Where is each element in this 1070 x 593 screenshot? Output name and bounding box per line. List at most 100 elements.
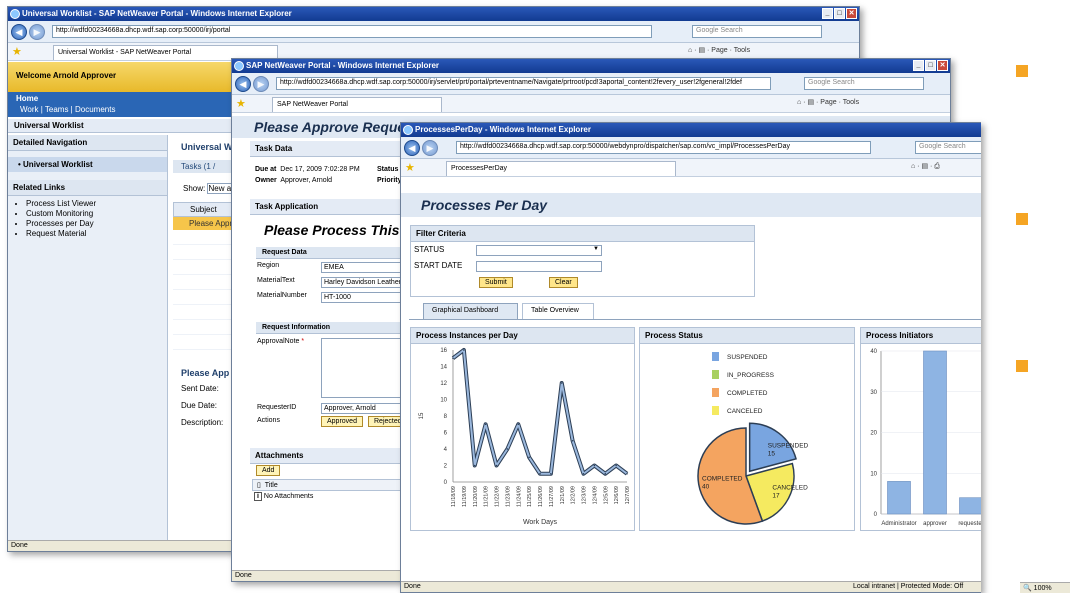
tools-menu[interactable]: Tools <box>734 47 750 54</box>
x-tick-label: 12/2/09 <box>571 486 577 504</box>
sub-navigation[interactable]: Work | Teams | Documents <box>20 105 115 114</box>
related-link[interactable]: Custom Monitoring <box>26 209 167 219</box>
ie-icon <box>234 61 244 71</box>
forward-icon[interactable]: ▶ <box>253 76 269 92</box>
approval-note-field[interactable] <box>321 338 401 398</box>
back-icon[interactable]: ◀ <box>235 76 251 92</box>
favorites-star-icon[interactable]: ★ <box>236 97 246 110</box>
submit-button[interactable]: Submit <box>479 277 513 288</box>
page-menu[interactable]: Page <box>820 99 836 106</box>
y-tick-label: 2 <box>444 464 448 470</box>
search-field[interactable]: Google Search <box>692 25 822 38</box>
panel-instances: Process Instances per Day 0 2 4 6 8 10 12 14 16 1… <box>410 327 635 531</box>
address-bar: ◀ ▶ http://wdfd00234668a.dhcp.wdf.sap.co… <box>8 21 859 43</box>
data-point <box>484 423 487 426</box>
forward-icon[interactable]: ▶ <box>422 140 438 156</box>
close-button[interactable]: ✕ <box>937 60 948 71</box>
legend-label: SUSPENDED <box>727 354 768 361</box>
title-column[interactable]: Title <box>265 482 278 489</box>
favorites-star-icon[interactable]: ★ <box>12 45 22 58</box>
zoom-indicator[interactable]: 🔍 100% <box>1020 582 1070 593</box>
processes-window: ProcessesPerDay - Windows Internet Explo… <box>400 122 981 593</box>
toolbar[interactable]: ⌂ · ▤ · ⎙ <box>911 162 940 171</box>
tab-table[interactable]: Table Overview <box>522 303 594 319</box>
region-row: Region EMEA <box>257 262 407 273</box>
back-icon[interactable]: ◀ <box>11 24 27 40</box>
start-date-label: START DATE <box>414 261 463 270</box>
maximize-button[interactable]: □ <box>834 8 845 19</box>
tools-menu[interactable]: Tools <box>843 99 859 106</box>
address-bar: ◀ ▶ http://wdfd00234668a.dhcp.wdf.sap.co… <box>401 137 981 159</box>
x-tick-label: 11/21/09 <box>484 486 490 507</box>
status-select[interactable]: ▼ <box>476 245 602 256</box>
forward-icon[interactable]: ▶ <box>29 24 45 40</box>
maximize-button[interactable]: □ <box>925 60 936 71</box>
related-link[interactable]: Processes per Day <box>26 219 167 229</box>
bar <box>887 481 911 515</box>
start-date-field[interactable] <box>476 261 602 272</box>
url-field[interactable]: http://wdfd00234668a.dhcp.wdf.sap.corp:5… <box>276 77 771 90</box>
x-tick-label: 12/5/09 <box>603 486 609 504</box>
clear-button[interactable]: Clear <box>549 277 578 288</box>
data-point <box>626 472 628 475</box>
panel-initiators: Process Initiators 0 10 20 30 40 Administrato… <box>860 327 981 531</box>
material-field[interactable]: Harley Davidson Leather <box>321 277 401 288</box>
legend-label: COMPLETED <box>727 390 768 397</box>
y-tick-label: 10 <box>440 398 447 404</box>
url-field[interactable]: http://wdfd00234668a.dhcp.wdf.sap.corp:5… <box>52 25 652 38</box>
task-data-owner: Owner Approver, Arnold <box>255 177 332 184</box>
x-tick-label: Administrator <box>881 521 916 527</box>
y-tick-label: 0 <box>874 512 878 518</box>
requester-field[interactable]: Approver, Arnold <box>321 403 401 414</box>
nav-item-uwl[interactable]: • Universal Worklist <box>8 157 167 172</box>
y-tick-label: 0 <box>444 480 448 486</box>
favorites-star-icon[interactable]: ★ <box>405 161 415 174</box>
due-value: Dec 17, 2009 7:02:28 PM <box>280 166 360 173</box>
address-bar: ◀ ▶ http://wdfd00234668a.dhcp.wdf.sap.co… <box>232 73 950 95</box>
filter-header: Filter Criteria <box>411 226 754 242</box>
title-bar: SAP NetWeaver Portal - Windows Internet … <box>232 59 950 73</box>
home-tab[interactable]: Home <box>16 94 38 103</box>
material-label: MaterialText <box>257 277 295 284</box>
url-field[interactable]: http://wdfd00234668a.dhcp.wdf.sap.corp:5… <box>456 141 871 154</box>
data-point <box>452 357 454 360</box>
status-label: STATUS <box>414 245 445 254</box>
data-point <box>463 349 465 351</box>
minimize-button[interactable]: _ <box>822 8 833 19</box>
page-menu[interactable]: Page <box>711 47 727 54</box>
line-chart: 0 2 4 6 8 10 12 14 16 15 11/18/09 11/19/09 11/20/09 1… <box>419 348 631 526</box>
x-tick-label: approver <box>923 521 947 527</box>
tab-graphical[interactable]: Graphical Dashboard <box>423 303 518 319</box>
close-button[interactable]: ✕ <box>846 8 857 19</box>
data-point <box>506 448 509 450</box>
browser-tab[interactable]: SAP NetWeaver Portal <box>272 97 442 112</box>
legend-swatch <box>712 388 719 397</box>
search-field[interactable]: Google Search <box>915 141 981 154</box>
data-point <box>473 464 476 467</box>
window-title: SAP NetWeaver Portal - Windows Internet … <box>246 61 440 70</box>
browser-tab[interactable]: ProcessesPerDay <box>446 161 676 176</box>
data-point <box>593 464 596 467</box>
slice-label: COMPLETED <box>702 476 743 483</box>
minimize-button[interactable]: _ <box>913 60 924 71</box>
zone-text: Local intranet | Protected Mode: Off <box>853 583 964 590</box>
related-link[interactable]: Process List Viewer <box>26 199 167 209</box>
matnum-field[interactable]: HT-1000 <box>321 292 401 303</box>
data-point <box>550 472 552 475</box>
y-tick-label: 16 <box>440 348 447 354</box>
add-attachment-button[interactable]: Add <box>256 465 281 476</box>
related-link[interactable]: Request Material <box>26 229 167 239</box>
zoom-value: 100% <box>1033 585 1052 592</box>
region-field[interactable]: EMEA <box>321 262 401 273</box>
search-field[interactable]: Google Search <box>804 77 924 90</box>
x-tick-label: 11/24/09 <box>516 486 522 507</box>
back-icon[interactable]: ◀ <box>404 140 420 156</box>
matnum-label: MaterialNumber <box>257 292 307 299</box>
y-tick-label: 10 <box>870 471 877 477</box>
approved-button[interactable]: Approved <box>321 416 363 427</box>
data-point <box>615 464 617 467</box>
x-tick-label: 12/6/09 <box>614 486 620 504</box>
toolbar[interactable]: ⌂ · ▤ · Page · Tools <box>797 98 859 106</box>
toolbar[interactable]: ⌂ · ▤ · Page · Tools <box>688 46 750 54</box>
x-tick-label: 11/20/09 <box>473 486 479 507</box>
